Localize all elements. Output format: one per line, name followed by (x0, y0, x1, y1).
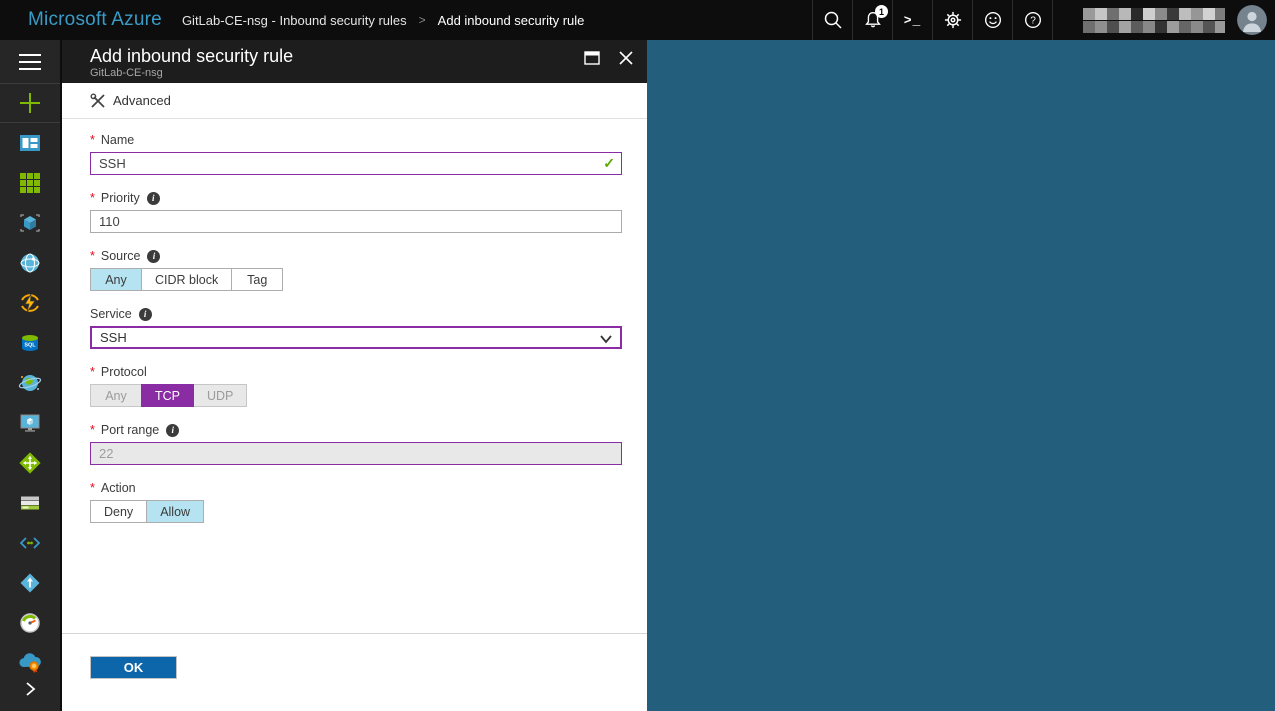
source-option-any[interactable]: Any (90, 268, 142, 291)
blade-subtitle: GitLab-CE-nsg (90, 67, 635, 80)
source-option-tag[interactable]: Tag (231, 268, 283, 291)
required-marker: * (90, 249, 95, 263)
advanced-button[interactable]: Advanced (90, 93, 171, 109)
priority-field-group: * Priority i (90, 191, 622, 233)
load-balancers-icon[interactable] (0, 443, 60, 483)
required-marker: * (90, 481, 95, 495)
action-option-deny[interactable]: Deny (90, 500, 147, 523)
blade-footer: OK (62, 633, 647, 711)
monitor-gauge-icon[interactable] (0, 603, 60, 643)
chevron-down-icon (600, 334, 612, 344)
tools-icon (90, 93, 106, 109)
port-range-input (90, 442, 622, 465)
protocol-option-udp: UDP (193, 384, 247, 407)
user-name-redacted (1083, 8, 1225, 33)
app-services-globe-icon[interactable] (0, 243, 60, 283)
settings-gear-icon[interactable] (932, 0, 972, 40)
ok-button[interactable]: OK (90, 656, 177, 679)
topbar-actions: 1 >_ ? (812, 0, 1275, 40)
blade-header: Add inbound security rule GitLab-CE-nsg (62, 40, 647, 83)
svg-text:SQL: SQL (24, 343, 36, 349)
breadcrumb: GitLab-CE-nsg - Inbound security rules >… (182, 13, 584, 28)
name-input[interactable] (90, 152, 622, 175)
service-selected-value: SSH (100, 330, 127, 345)
service-select[interactable]: SSH (90, 326, 622, 349)
protocol-option-any: Any (90, 384, 142, 407)
action-label: * Action (90, 481, 622, 495)
hamburger-menu-icon[interactable] (0, 40, 60, 84)
name-label: * Name (90, 133, 622, 147)
left-sidebar: SQL (0, 40, 60, 711)
required-marker: * (90, 191, 95, 205)
blade-toolbar: Advanced (62, 83, 647, 119)
user-avatar[interactable] (1237, 5, 1267, 35)
top-bar: Microsoft Azure GitLab-CE-nsg - Inbound … (0, 0, 1275, 40)
breadcrumb-current: Add inbound security rule (438, 13, 585, 28)
action-option-allow[interactable]: Allow (146, 500, 204, 523)
service-label: Service i (90, 307, 622, 321)
close-icon[interactable] (615, 48, 637, 68)
add-inbound-rule-blade: Add inbound security rule GitLab-CE-nsg … (62, 40, 647, 711)
valid-check-icon: ✓ (603, 155, 615, 172)
dashboard-icon[interactable] (0, 123, 60, 163)
required-marker: * (90, 365, 95, 379)
rule-form: * Name ✓ * Priority i * Source i A (62, 119, 647, 633)
sql-databases-icon[interactable]: SQL (0, 323, 60, 363)
new-plus-icon[interactable] (0, 84, 60, 123)
required-marker: * (90, 133, 95, 147)
blade-window-controls (581, 48, 637, 68)
protocol-toggle: Any TCP UDP (90, 384, 247, 407)
protocol-option-tcp: TCP (141, 384, 194, 407)
port-range-field-group: * Port range i (90, 423, 622, 465)
blade-title: Add inbound security rule (90, 45, 635, 67)
name-field-group: * Name ✓ (90, 133, 622, 175)
cosmos-db-icon[interactable] (0, 363, 60, 403)
feedback-smiley-icon[interactable] (972, 0, 1012, 40)
notifications-bell-icon[interactable]: 1 (852, 0, 892, 40)
action-field-group: * Action Deny Allow (90, 481, 622, 523)
notification-count-badge: 1 (875, 5, 888, 18)
info-icon[interactable]: i (166, 424, 179, 437)
cloud-shell-icon[interactable]: >_ (892, 0, 932, 40)
virtual-networks-icon[interactable] (0, 523, 60, 563)
port-range-label: * Port range i (90, 423, 622, 437)
source-option-cidr[interactable]: CIDR block (141, 268, 232, 291)
info-icon[interactable]: i (139, 308, 152, 321)
help-icon[interactable]: ? (1012, 0, 1052, 40)
breadcrumb-separator: > (419, 13, 426, 27)
priority-label: * Priority i (90, 191, 622, 205)
dashboard-background (647, 40, 1275, 711)
azure-brand-logo[interactable]: Microsoft Azure (28, 9, 162, 31)
source-toggle: Any CIDR block Tag (90, 268, 283, 291)
function-apps-lightning-icon[interactable] (0, 283, 60, 323)
breadcrumb-parent[interactable]: GitLab-CE-nsg - Inbound security rules (182, 13, 407, 28)
service-field-group: Service i SSH (90, 307, 622, 349)
maximize-icon[interactable] (581, 48, 603, 68)
expand-chevron-icon[interactable] (0, 669, 60, 709)
priority-input[interactable] (90, 210, 622, 233)
advanced-label: Advanced (113, 93, 171, 108)
user-account-area[interactable] (1052, 0, 1275, 40)
all-resources-grid-icon[interactable] (0, 163, 60, 203)
storage-accounts-icon[interactable] (0, 483, 60, 523)
virtual-machines-icon[interactable] (0, 403, 60, 443)
source-field-group: * Source i Any CIDR block Tag (90, 249, 622, 291)
protocol-field-group: * Protocol Any TCP UDP (90, 365, 622, 407)
required-marker: * (90, 423, 95, 437)
protocol-label: * Protocol (90, 365, 622, 379)
azure-active-directory-icon[interactable] (0, 563, 60, 603)
search-icon[interactable] (812, 0, 852, 40)
info-icon[interactable]: i (147, 192, 160, 205)
svg-text:?: ? (1030, 16, 1036, 27)
action-toggle: Deny Allow (90, 500, 204, 523)
resource-groups-cube-icon[interactable] (0, 203, 60, 243)
source-label: * Source i (90, 249, 622, 263)
info-icon[interactable]: i (147, 250, 160, 263)
